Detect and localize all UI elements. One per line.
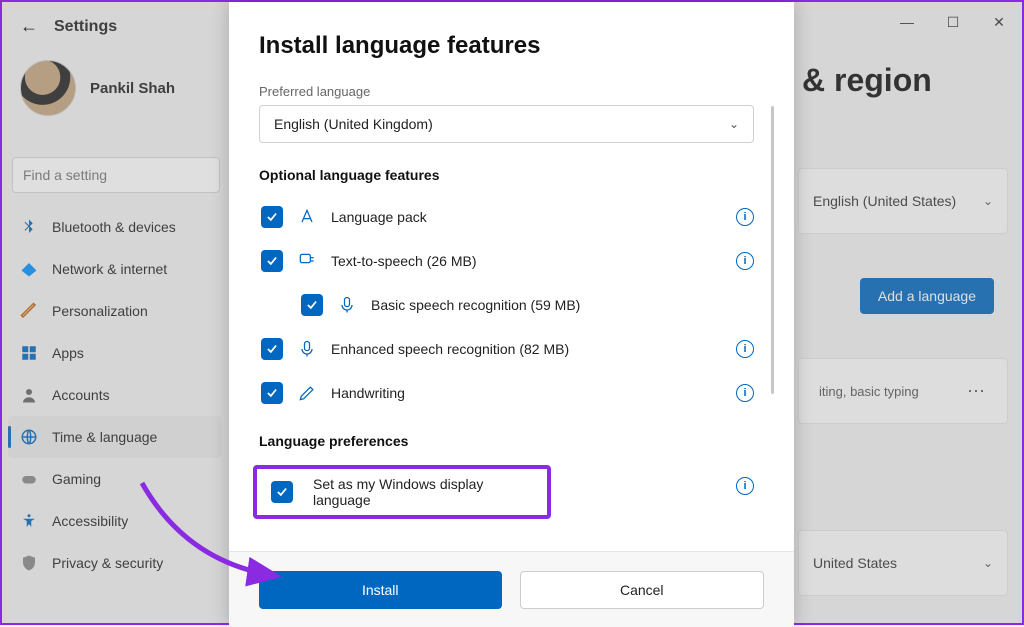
- optional-features-header: Optional language features: [259, 167, 754, 183]
- checkbox-enhanced-speech[interactable]: [261, 338, 283, 360]
- info-icon[interactable]: i: [736, 252, 754, 270]
- info-icon[interactable]: i: [736, 340, 754, 358]
- chevron-down-icon: ⌄: [729, 117, 739, 131]
- feature-row-tts: Text-to-speech (26 MB) i: [259, 239, 754, 283]
- mic-icon: [337, 295, 357, 315]
- feature-label: Text-to-speech (26 MB): [331, 253, 722, 269]
- dialog-title: Install language features: [259, 32, 754, 60]
- mic-icon: [297, 339, 317, 359]
- feature-label: Language pack: [331, 209, 722, 225]
- dropdown-value: English (United Kingdom): [274, 116, 433, 132]
- install-language-dialog: Install language features Preferred lang…: [229, 2, 794, 627]
- info-icon[interactable]: i: [736, 208, 754, 226]
- checkbox-display-language[interactable]: [271, 481, 293, 503]
- font-icon: [297, 207, 317, 227]
- feature-row-enhanced-speech: Enhanced speech recognition (82 MB) i: [259, 327, 754, 371]
- feature-row-handwriting: Handwriting i: [259, 371, 754, 415]
- install-button[interactable]: Install: [259, 571, 502, 609]
- feature-label: Handwriting: [331, 385, 722, 401]
- feature-label: Basic speech recognition (59 MB): [371, 297, 754, 313]
- pen-icon: [297, 383, 317, 403]
- language-preferences-header: Language preferences: [259, 433, 754, 449]
- checkbox-basic-speech[interactable]: [301, 294, 323, 316]
- feature-label: Set as my Windows display language: [313, 476, 541, 508]
- annotation-highlight: Set as my Windows display language: [253, 465, 551, 519]
- info-icon[interactable]: i: [736, 477, 754, 495]
- checkbox-tts[interactable]: [261, 250, 283, 272]
- dialog-footer: Install Cancel: [229, 551, 794, 627]
- speech-icon: [297, 251, 317, 271]
- feature-label: Enhanced speech recognition (82 MB): [331, 341, 722, 357]
- scrollbar[interactable]: [771, 106, 774, 394]
- checkbox-handwriting[interactable]: [261, 382, 283, 404]
- feature-row-language-pack: Language pack i: [259, 195, 754, 239]
- cancel-button[interactable]: Cancel: [520, 571, 765, 609]
- preferred-language-dropdown[interactable]: English (United Kingdom) ⌄: [259, 105, 754, 143]
- checkbox-language-pack[interactable]: [261, 206, 283, 228]
- preferred-language-label: Preferred language: [259, 84, 754, 99]
- feature-row-basic-speech: Basic speech recognition (59 MB): [259, 283, 754, 327]
- feature-row-display-language: Set as my Windows display language: [263, 475, 541, 509]
- info-icon[interactable]: i: [736, 384, 754, 402]
